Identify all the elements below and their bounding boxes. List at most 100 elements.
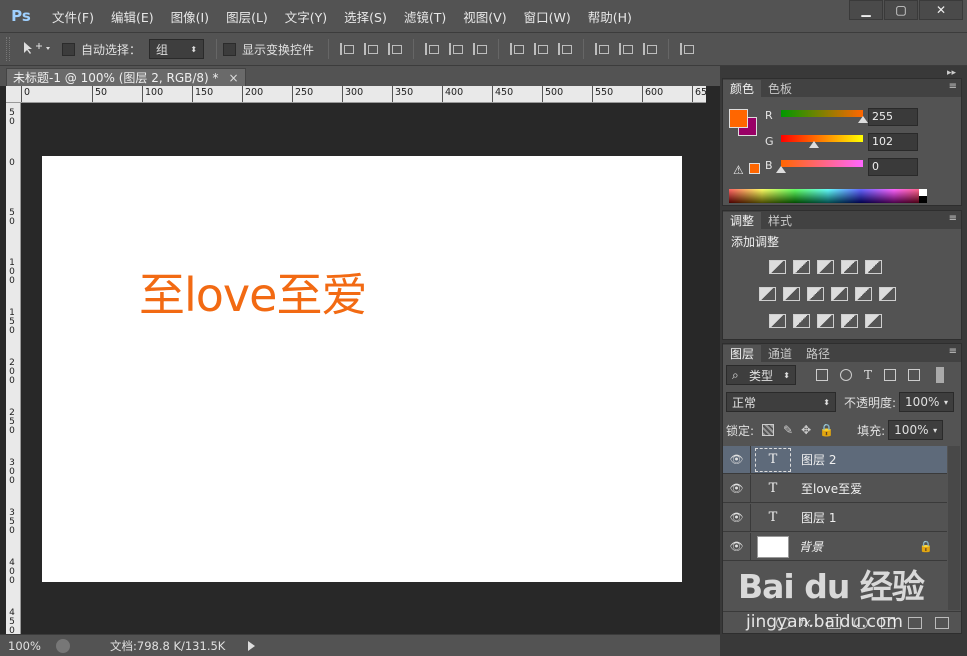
curves-icon[interactable] <box>817 260 834 274</box>
distribute-bottom-icon[interactable] <box>558 43 573 55</box>
link-layers-icon[interactable] <box>776 616 791 629</box>
channel-r-slider[interactable] <box>781 110 868 123</box>
distribute-left-icon[interactable] <box>595 43 610 55</box>
channel-g-thumb[interactable] <box>808 141 819 148</box>
options-grip[interactable] <box>6 37 10 61</box>
filter-type-icon[interactable]: T <box>864 368 872 382</box>
panel-menu-icon[interactable]: ≡ <box>949 81 957 92</box>
gradient-map-icon[interactable] <box>865 314 882 328</box>
move-tool-icon[interactable] <box>22 41 58 58</box>
tab-layers[interactable]: 图层 <box>723 345 762 362</box>
filter-smart-object-icon[interactable] <box>908 369 921 381</box>
layer-row[interactable]: 👁 T 图层 1 <box>723 503 947 532</box>
layer-name[interactable]: 至love至爱 <box>801 480 862 497</box>
align-vcenter-icon[interactable] <box>364 43 379 55</box>
align-hcenter-icon[interactable] <box>449 43 464 55</box>
tab-color[interactable]: 颜色 <box>723 80 762 97</box>
menu-layer[interactable]: 图层(L) <box>226 7 268 26</box>
layer-row[interactable]: 👁 T 至love至爱 <box>723 474 947 503</box>
minimize-button[interactable]: ▁ <box>849 0 883 20</box>
collapse-panels-icon[interactable]: ▸▸ <box>947 68 956 78</box>
photo-filter-icon[interactable] <box>831 287 848 301</box>
menu-help[interactable]: 帮助(H) <box>588 7 632 26</box>
zoom-level[interactable]: 100% <box>8 639 56 653</box>
add-mask-icon[interactable] <box>827 616 841 629</box>
menu-file[interactable]: 文件(F) <box>52 7 94 26</box>
align-top-icon[interactable] <box>340 43 355 55</box>
auto-select-dropdown[interactable]: 组 ⬍ <box>149 39 205 59</box>
selective-color-icon[interactable] <box>841 314 858 328</box>
panel-menu-icon[interactable]: ≡ <box>949 213 957 224</box>
align-left-icon[interactable] <box>425 43 440 55</box>
status-menu-arrow-icon[interactable] <box>248 640 255 651</box>
trash-icon[interactable] <box>935 616 949 629</box>
canvas-text-layer[interactable]: 至love至爱 <box>139 259 367 325</box>
menu-edit[interactable]: 编辑(E) <box>111 7 154 26</box>
channel-b-slider[interactable] <box>776 160 863 173</box>
layer-name[interactable]: 图层 2 <box>801 451 836 468</box>
foreground-color-swatch[interactable] <box>729 109 748 128</box>
channel-r-thumb[interactable] <box>858 116 868 123</box>
menu-view[interactable]: 视图(V) <box>463 7 506 26</box>
visibility-eye-icon[interactable]: 👁 <box>723 532 751 561</box>
ruler-vertical[interactable]: 5 0 0 5 0 1 0 0 1 5 0 2 0 0 2 5 0 3 0 0 … <box>6 103 21 634</box>
posterize-icon[interactable] <box>793 314 810 328</box>
brightness-contrast-icon[interactable] <box>769 260 786 274</box>
maximize-button[interactable]: ▢ <box>884 0 918 20</box>
new-group-folder-icon[interactable] <box>881 616 895 629</box>
menu-type[interactable]: 文字(Y) <box>285 7 327 26</box>
black-white-icon[interactable] <box>807 287 824 301</box>
vibrance-icon[interactable] <box>865 260 882 274</box>
distribute-right-icon[interactable] <box>643 43 658 55</box>
hue-saturation-icon[interactable] <box>759 287 776 301</box>
layer-row[interactable]: 👁 背景 🔒 <box>723 532 947 561</box>
tab-channels[interactable]: 通道 <box>761 345 799 362</box>
distribute-top-icon[interactable] <box>510 43 525 55</box>
lock-position-icon[interactable]: ✥ <box>801 423 811 437</box>
channel-g-slider[interactable] <box>781 135 863 148</box>
threshold-icon[interactable] <box>817 314 834 328</box>
menu-filter[interactable]: 滤镜(T) <box>404 7 446 26</box>
channel-mixer-icon[interactable] <box>855 287 872 301</box>
black-white-swatch[interactable] <box>919 189 927 203</box>
layer-name[interactable]: 图层 1 <box>801 509 836 526</box>
auto-align-icon[interactable] <box>680 43 695 55</box>
show-transform-checkbox[interactable]: 显示变换控件 <box>223 41 314 58</box>
layer-name[interactable]: 背景 <box>799 538 823 555</box>
gamut-color-swatch[interactable] <box>749 163 760 174</box>
menu-select[interactable]: 选择(S) <box>344 7 387 26</box>
visibility-eye-icon[interactable]: 👁 <box>723 474 751 503</box>
filter-shape-icon[interactable] <box>884 369 897 381</box>
align-right-icon[interactable] <box>473 43 488 55</box>
lock-transparent-icon[interactable] <box>762 424 775 436</box>
close-button[interactable]: ✕ <box>919 0 963 20</box>
channel-r-input[interactable]: 255 <box>868 108 918 126</box>
new-layer-icon[interactable] <box>908 616 922 629</box>
color-lookup-icon[interactable] <box>879 287 896 301</box>
tab-adjustments[interactable]: 调整 <box>723 212 762 229</box>
layer-filter-dropdown[interactable]: ⌕ 类型 ⬍ <box>726 365 796 385</box>
document-canvas[interactable]: 至love至爱 <box>42 156 682 582</box>
document-tab[interactable]: 未标题-1 @ 100% (图层 2, RGB/8) * × <box>6 68 246 86</box>
levels-icon[interactable] <box>793 260 810 274</box>
lock-all-icon[interactable]: 🔒 <box>819 423 834 437</box>
menu-window[interactable]: 窗口(W) <box>524 7 571 26</box>
visibility-eye-icon[interactable]: 👁 <box>723 445 751 474</box>
layers-scrollbar[interactable] <box>948 446 960 610</box>
filter-pixel-icon[interactable] <box>816 369 828 381</box>
color-spectrum-bar[interactable] <box>729 189 927 203</box>
close-tab-icon[interactable]: × <box>229 71 239 85</box>
gamut-warning-icon[interactable]: ⚠ <box>733 163 744 177</box>
distribute-vcenter-icon[interactable] <box>534 43 549 55</box>
opacity-input[interactable]: 100% ▾ <box>899 392 955 412</box>
fill-input[interactable]: 100% ▾ <box>888 420 944 440</box>
auto-select-checkbox[interactable]: 自动选择： <box>62 41 141 58</box>
tab-swatches[interactable]: 色板 <box>761 80 799 97</box>
auto-select-check-box[interactable] <box>62 42 75 56</box>
show-transform-check-box[interactable] <box>223 42 237 56</box>
channel-b-input[interactable]: 0 <box>868 158 918 176</box>
blend-mode-dropdown[interactable]: 正常 ⬍ <box>726 392 836 412</box>
menu-image[interactable]: 图像(I) <box>171 7 209 26</box>
filter-toggle-icon[interactable] <box>936 367 945 383</box>
layer-style-fx-button[interactable]: fx. <box>800 616 814 629</box>
